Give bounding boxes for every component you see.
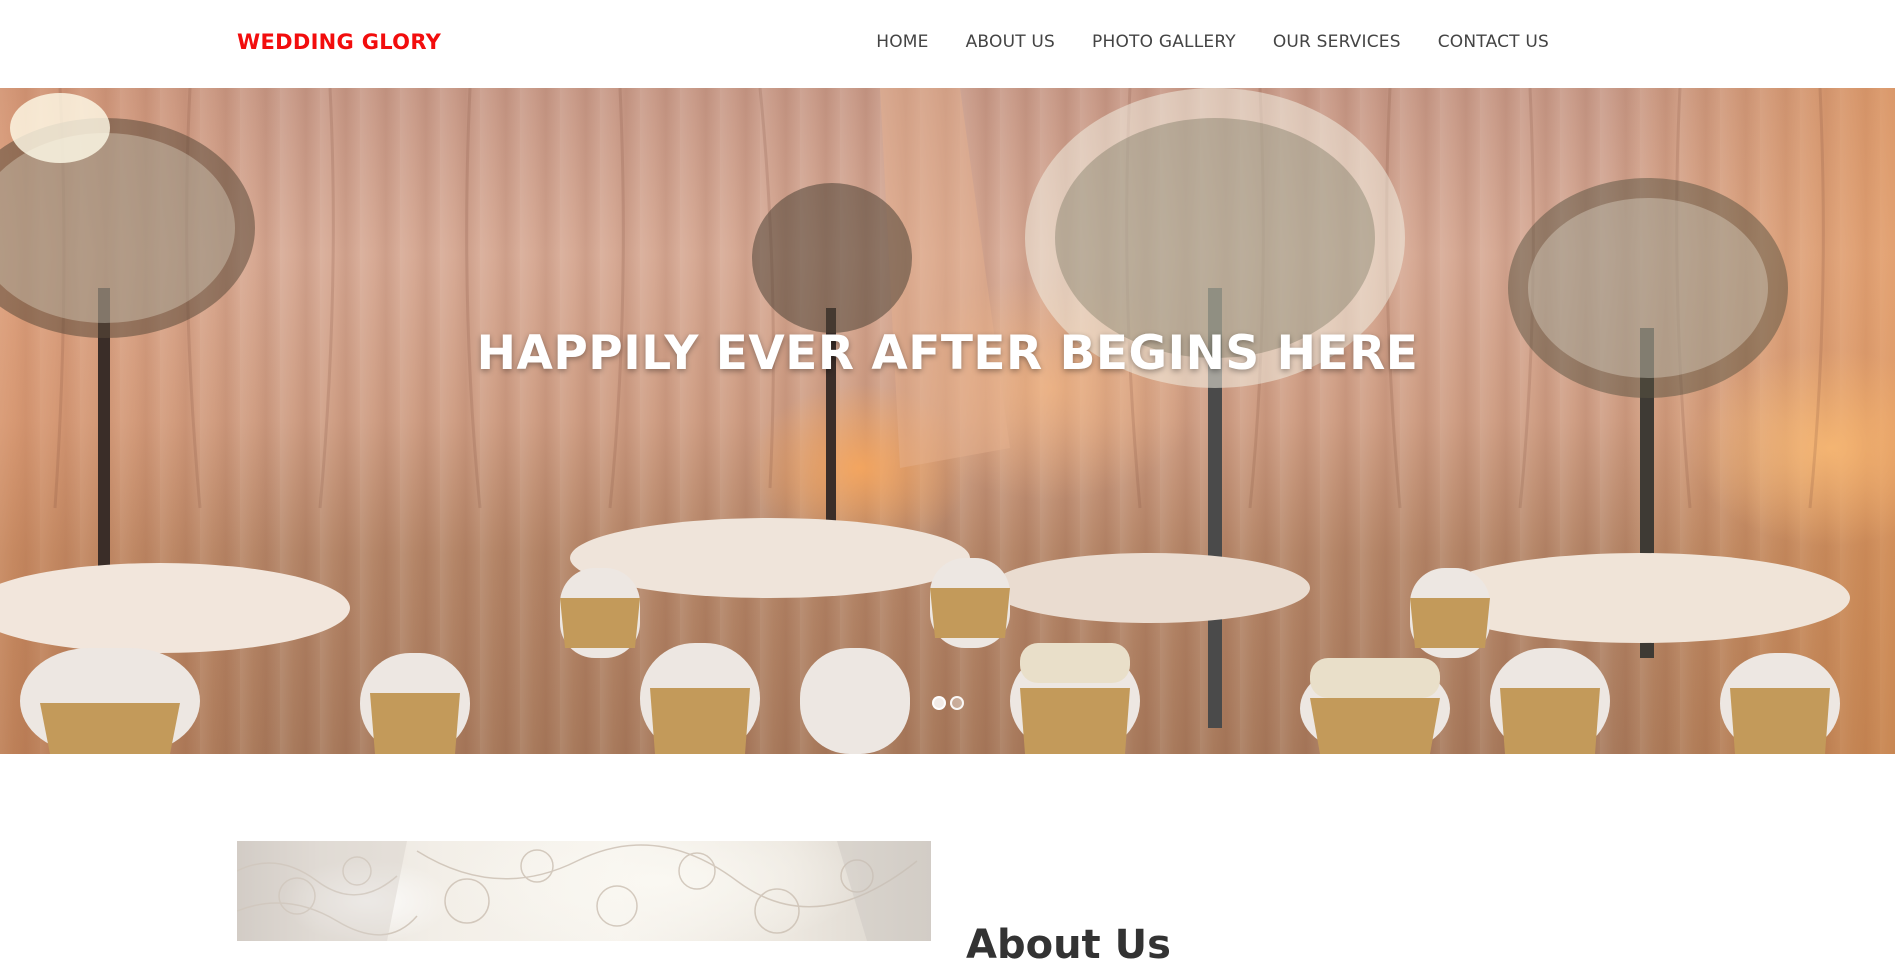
nav-photo-gallery[interactable]: PHOTO GALLERY bbox=[1092, 32, 1236, 52]
nav-our-services[interactable]: OUR SERVICES bbox=[1273, 32, 1401, 52]
hero-banquet-image bbox=[0, 88, 1850, 754]
tables bbox=[0, 518, 1850, 653]
hero-title: HAPPILY EVER AFTER BEGINS HERE bbox=[476, 326, 1419, 381]
brand-logo-link[interactable]: WEDDING GLORY bbox=[237, 30, 441, 54]
main-nav: HOME ABOUT US PHOTO GALLERY OUR SERVICES… bbox=[876, 32, 1549, 52]
lace-dress-image bbox=[237, 841, 931, 941]
slide-dot-2[interactable] bbox=[950, 696, 964, 710]
slide-dot-1[interactable] bbox=[932, 696, 946, 710]
about-image bbox=[237, 841, 931, 941]
nav-home[interactable]: HOME bbox=[876, 32, 928, 52]
nav-contact-us[interactable]: CONTACT US bbox=[1438, 32, 1549, 52]
site-header: WEDDING GLORY HOME ABOUT US PHOTO GALLER… bbox=[0, 0, 1895, 88]
slider-dots bbox=[932, 696, 964, 710]
about-heading: About Us bbox=[966, 922, 1171, 968]
hero-slider: HAPPILY EVER AFTER BEGINS HERE bbox=[0, 88, 1895, 754]
nav-about-us[interactable]: ABOUT US bbox=[966, 32, 1055, 52]
